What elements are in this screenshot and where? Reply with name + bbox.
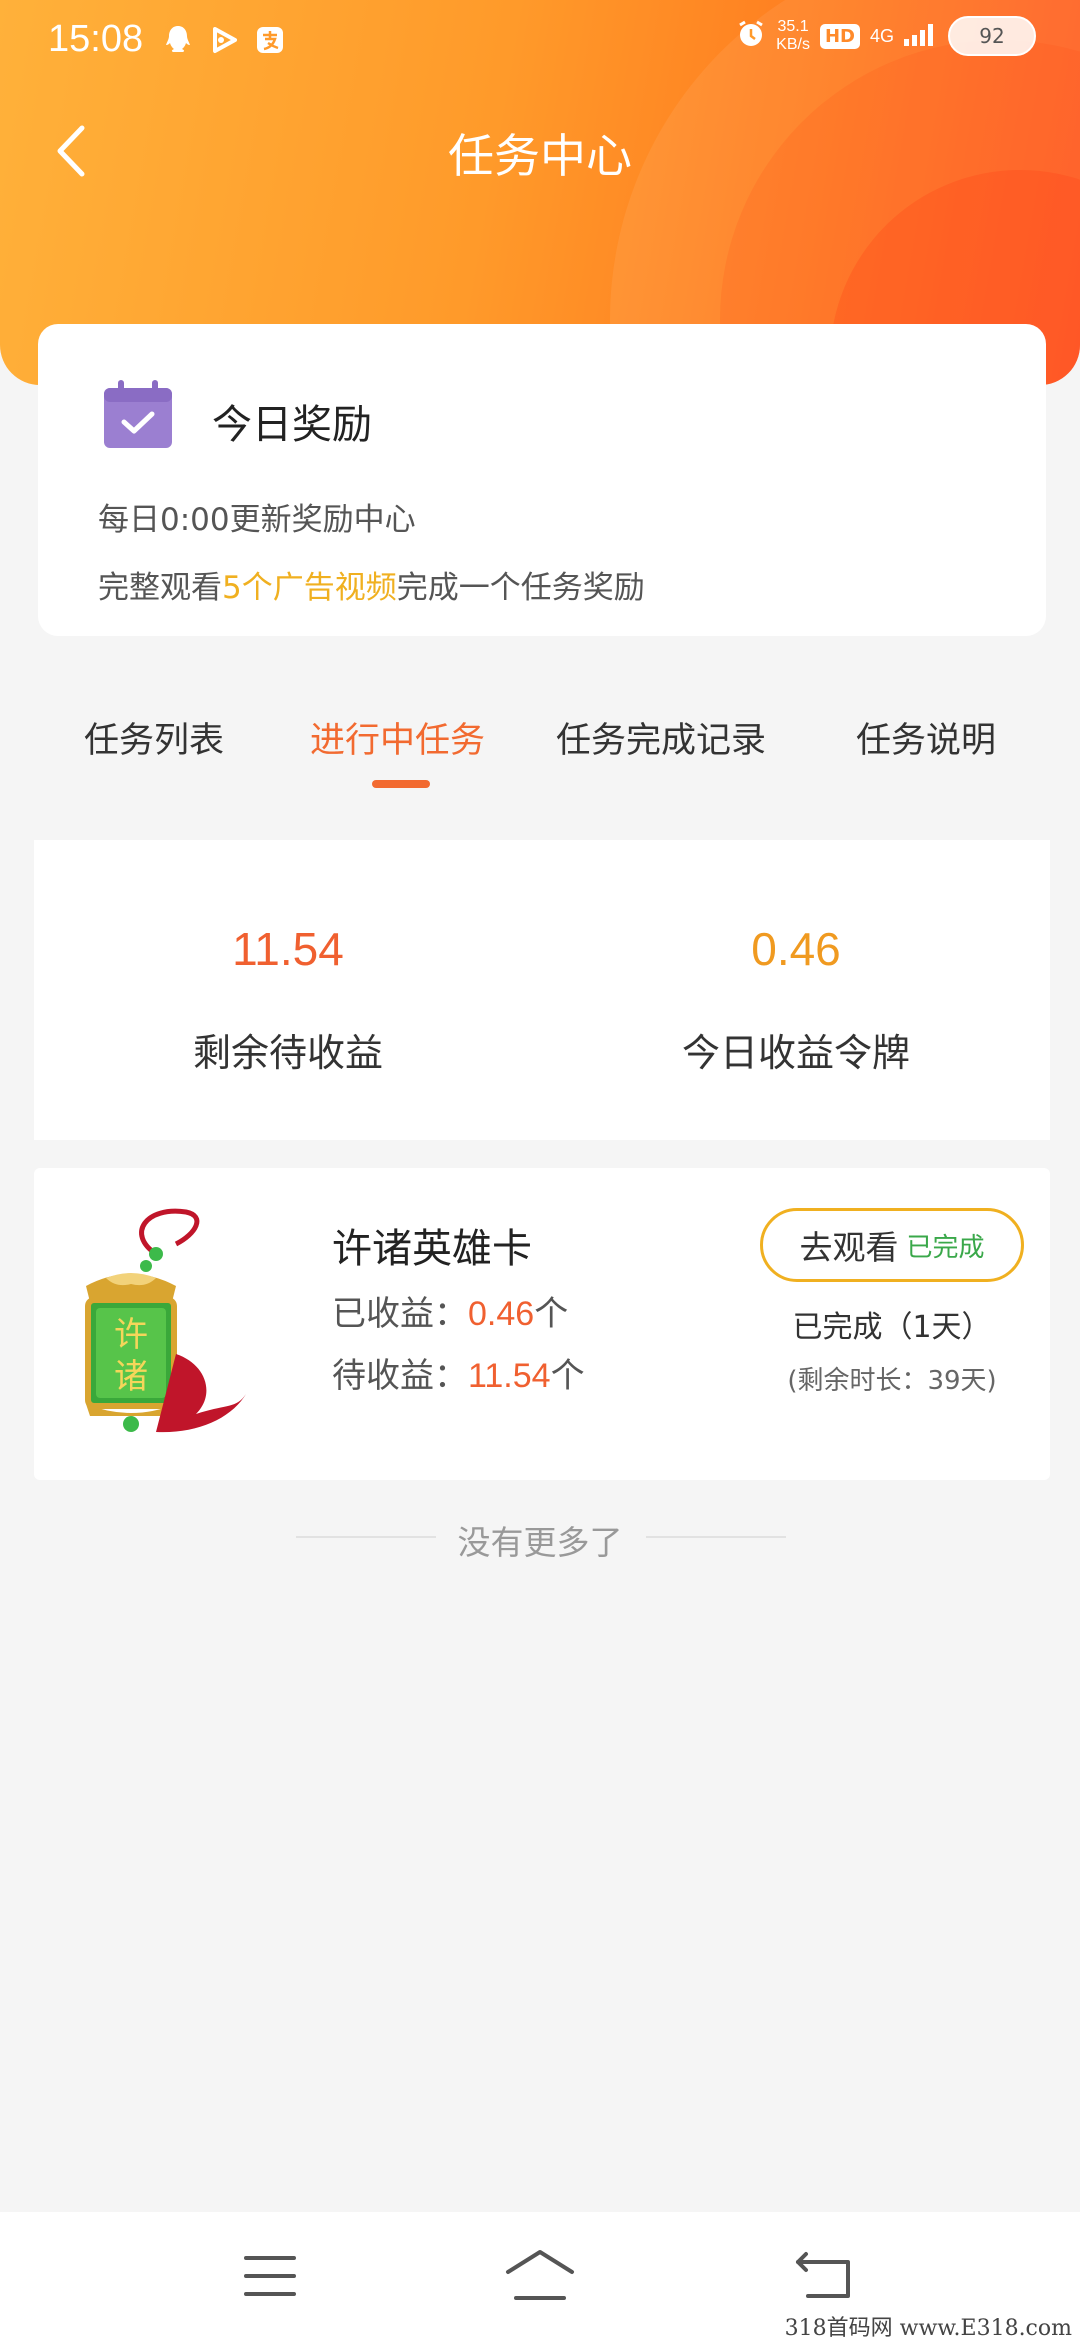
network-speed-value: 35.1 bbox=[777, 18, 809, 35]
reward-rule: 完整观看5个广告视频完成一个任务奖励 bbox=[98, 562, 645, 607]
alarm-icon bbox=[736, 19, 766, 53]
tab-in-progress[interactable]: 进行中任务 bbox=[310, 712, 485, 763]
page-title: 任务中心 bbox=[448, 129, 632, 183]
list-end-text: 没有更多了 bbox=[457, 1523, 623, 1562]
reward-rule-prefix: 完整观看 bbox=[98, 570, 222, 606]
tab-task-list[interactable]: 任务列表 bbox=[84, 712, 224, 763]
task-remaining-time: (剩余时长：39天) bbox=[787, 1366, 997, 1396]
reward-rule-highlight: 5个广告视频 bbox=[222, 570, 397, 606]
task-pending-unit: 个 bbox=[550, 1356, 585, 1396]
network-type: 4G bbox=[869, 25, 894, 46]
active-tab-indicator bbox=[372, 780, 430, 788]
task-earned-label: 已收益： bbox=[332, 1294, 468, 1334]
task-earned-unit: 个 bbox=[534, 1294, 569, 1334]
task-card: 许 诸 许诸英雄卡 已收益：0.46个 待收益：11.54个 去观看 已完成 已… bbox=[34, 1168, 1050, 1480]
earnings-summary: 11.54 剩余待收益 0.46 今日收益令牌 bbox=[34, 840, 1050, 1140]
reward-title: 今日奖励 bbox=[212, 402, 372, 448]
task-pending: 待收益：11.54个 bbox=[332, 1348, 585, 1397]
status-time: 15:08 bbox=[48, 18, 144, 60]
watermark: 318首码网 www.E318.com bbox=[784, 2316, 1072, 2340]
notification-icons bbox=[162, 24, 286, 56]
network-speed-unit: KB/s bbox=[776, 36, 810, 53]
battery-level: 92 bbox=[979, 24, 1005, 48]
watch-completed-tag: 已完成 bbox=[906, 1232, 985, 1263]
hero-card-char-1: 许 bbox=[114, 1315, 148, 1355]
task-status: 已完成（1天） bbox=[792, 1310, 992, 1345]
task-pending-value: 11.54 bbox=[468, 1357, 551, 1395]
today-tokens: 0.46 今日收益令牌 bbox=[542, 840, 1050, 1140]
alipay-icon bbox=[254, 24, 286, 56]
home-button[interactable] bbox=[500, 2246, 580, 2306]
task-earned: 已收益：0.46个 bbox=[332, 1286, 568, 1335]
status-right: 35.1 KB/s HD 4G 92 bbox=[736, 16, 1036, 56]
task-tabs: 任务列表 进行中任务 任务完成记录 任务说明 bbox=[0, 712, 1080, 792]
back-nav-button[interactable] bbox=[784, 2246, 864, 2306]
tab-task-description[interactable]: 任务说明 bbox=[856, 712, 996, 763]
menu-button[interactable] bbox=[230, 2246, 310, 2306]
play-icon bbox=[208, 24, 240, 56]
pending-earnings: 11.54 剩余待收益 bbox=[34, 840, 542, 1140]
battery-icon: 92 bbox=[948, 16, 1036, 56]
hero-card-image: 许 诸 bbox=[85, 1208, 246, 1433]
today-tokens-value: 0.46 bbox=[751, 923, 841, 975]
hero-card-char-2: 诸 bbox=[114, 1357, 148, 1397]
back-icon bbox=[796, 2252, 850, 2298]
task-earned-value: 0.46 bbox=[468, 1295, 535, 1333]
reward-rule-suffix: 完成一个任务奖励 bbox=[396, 570, 645, 606]
task-name: 许诸英雄卡 bbox=[332, 1226, 532, 1272]
pending-earnings-value: 11.54 bbox=[232, 923, 344, 975]
status-bar: 15:08 35.1 KB/s HD 4G 92 bbox=[0, 0, 1080, 84]
today-reward-card: 今日奖励 每日0:00更新奖励中心 完整观看5个广告视频完成一个任务奖励 bbox=[38, 324, 1046, 636]
calendar-icon bbox=[104, 380, 172, 448]
qq-icon bbox=[162, 24, 194, 56]
hd-badge: HD bbox=[819, 23, 860, 49]
watch-button-label: 去观看 bbox=[799, 1228, 899, 1267]
signal-icon bbox=[904, 22, 938, 50]
today-tokens-label: 今日收益令牌 bbox=[681, 1031, 910, 1075]
tab-completion-records[interactable]: 任务完成记录 bbox=[556, 712, 766, 763]
watch-button[interactable]: 去观看 已完成 bbox=[760, 1208, 1024, 1282]
task-pending-label: 待收益： bbox=[332, 1356, 468, 1396]
pending-earnings-label: 剩余待收益 bbox=[192, 1031, 383, 1075]
reward-update-note: 每日0:00更新奖励中心 bbox=[98, 502, 416, 538]
menu-icon bbox=[244, 2256, 296, 2296]
network-speed: 35.1 KB/s bbox=[776, 18, 810, 54]
home-icon bbox=[506, 2250, 574, 2300]
